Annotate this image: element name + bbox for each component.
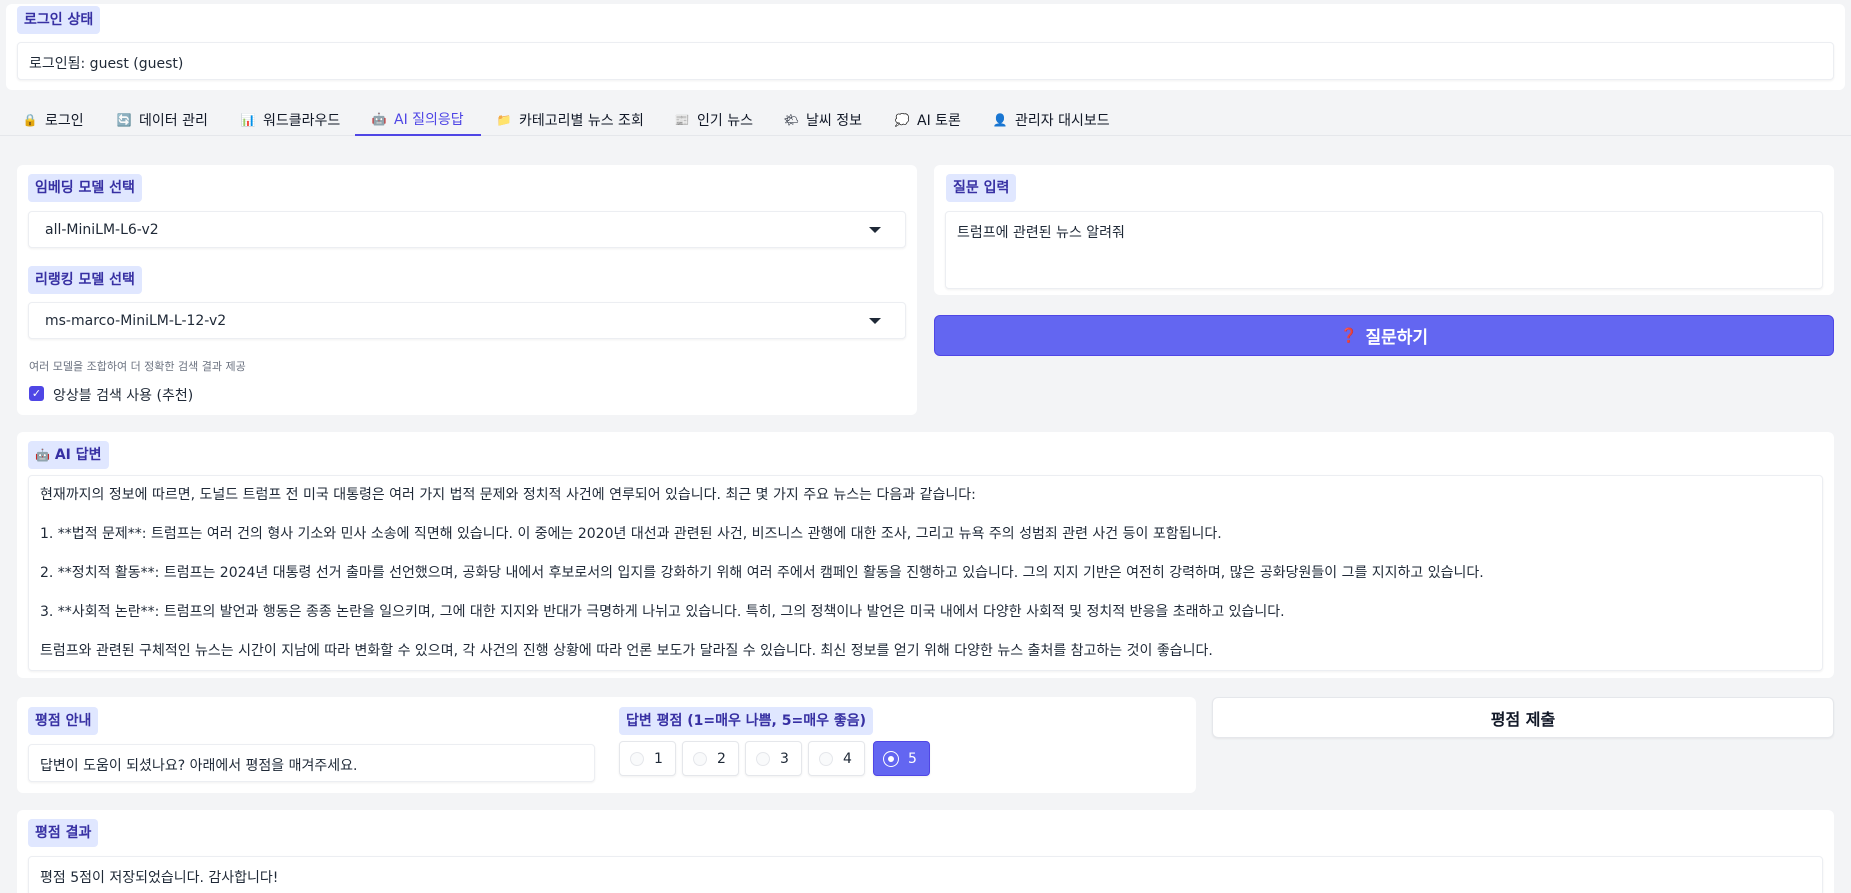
tab-weather[interactable]: 🌤 날씨 정보 xyxy=(783,104,862,136)
login-status-panel: 로그인 상태 로그인됨: guest (guest) xyxy=(6,4,1845,90)
answer-paragraph: 2. **정치적 활동**: 트럼프는 2024년 대통령 선거 출마를 선언했… xyxy=(40,565,1484,581)
weather-icon: 🌤 xyxy=(783,113,799,127)
embedding-model-value: all-MiniLM-L6-v2 xyxy=(45,221,159,238)
rating-option-label: 4 xyxy=(843,750,852,767)
rating-option-5[interactable]: 5 xyxy=(873,741,930,776)
robot-icon: 🤖 xyxy=(371,112,387,126)
tab-label: 인기 뉴스 xyxy=(697,113,753,129)
question-panel: 질문 입력 트럼프에 관련된 뉴스 알려줘 xyxy=(934,165,1834,295)
rating-result-label: 평점 결과 xyxy=(28,819,99,847)
tab-admin-dashboard[interactable]: 👤 관리자 대시보드 xyxy=(992,104,1110,136)
embedding-model-select[interactable]: all-MiniLM-L6-v2 xyxy=(28,211,906,248)
tab-wordcloud[interactable]: 📊 워드클라우드 xyxy=(240,104,341,136)
rating-guide-label: 평점 안내 xyxy=(28,707,99,735)
tab-label: AI 질의응답 xyxy=(394,112,464,128)
ask-button-label: 질문하기 xyxy=(1365,328,1428,348)
tab-bar: 🔒 로그인 🔄 데이터 관리 📊 워드클라우드 🤖 AI 질의응답 📁 카테고리… xyxy=(0,104,1851,136)
tab-label: 카테고리별 뉴스 조회 xyxy=(519,113,644,129)
reranking-model-select[interactable]: ms-marco-MiniLM-L-12-v2 xyxy=(28,302,906,339)
answer-output: 현재까지의 정보에 따르면, 도널드 트럼프 전 미국 대통령은 여러 가지 법… xyxy=(28,475,1823,671)
rating-option-3[interactable]: 3 xyxy=(745,741,802,776)
question-label: 질문 입력 xyxy=(946,174,1017,202)
rating-panel: 평점 안내 답변이 도움이 되셨나요? 아래에서 평점을 매겨주세요. 답변 평… xyxy=(17,697,1196,793)
rating-option-2[interactable]: 2 xyxy=(682,741,739,776)
tab-login[interactable]: 🔒 로그인 xyxy=(22,104,84,136)
ask-button[interactable]: ❓ 질문하기 xyxy=(934,315,1834,356)
tab-ai-qa[interactable]: 🤖 AI 질의응답 xyxy=(355,104,481,136)
question-input[interactable]: 트럼프에 관련된 뉴스 알려줘 xyxy=(945,211,1823,289)
tab-popular-news[interactable]: 📰 인기 뉴스 xyxy=(674,104,753,136)
tab-ai-debate[interactable]: 💭 AI 토론 xyxy=(894,104,961,136)
newspaper-icon: 📰 xyxy=(674,113,690,127)
rating-option-label: 3 xyxy=(780,750,789,767)
answer-paragraph: 1. **법적 문제**: 트럼프는 여러 건의 형사 기소와 민사 소송에 직… xyxy=(40,526,1222,542)
tab-label: 날씨 정보 xyxy=(806,113,862,129)
login-status-value: 로그인됨: guest (guest) xyxy=(17,42,1834,80)
answer-paragraph: 3. **사회적 논란**: 트럼프의 발언과 행동은 종종 논란을 일으키며,… xyxy=(40,604,1285,620)
model-settings-panel: 임베딩 모델 선택 all-MiniLM-L6-v2 리랭킹 모델 선택 ms-… xyxy=(17,165,917,415)
answer-paragraph: 현재까지의 정보에 따르면, 도널드 트럼프 전 미국 대통령은 여러 가지 법… xyxy=(40,487,976,503)
tab-data-management[interactable]: 🔄 데이터 관리 xyxy=(116,104,208,136)
rating-guide-text: 답변이 도움이 되셨나요? 아래에서 평점을 매겨주세요. xyxy=(28,744,595,782)
rating-result-text: 평점 5점이 저장되었습니다. 감사합니다! xyxy=(28,856,1823,893)
bar-chart-icon: 📊 xyxy=(240,113,256,127)
rating-score-label: 답변 평점 (1=매우 나쁨, 5=매우 좋음) xyxy=(619,707,873,735)
refresh-icon: 🔄 xyxy=(116,113,132,127)
radio-dot xyxy=(884,751,898,766)
radio-dot xyxy=(756,751,770,766)
ensemble-hint: 여러 모델을 조합하여 더 정확한 검색 결과 제공 xyxy=(29,360,246,373)
submit-rating-button[interactable]: 평점 제출 xyxy=(1212,697,1834,738)
embedding-model-label: 임베딩 모델 선택 xyxy=(28,174,142,202)
tab-label: AI 토론 xyxy=(917,113,961,129)
rating-option-label: 2 xyxy=(717,750,726,767)
speech-bubble-icon: 💭 xyxy=(894,113,910,127)
rating-option-4[interactable]: 4 xyxy=(808,741,865,776)
chevron-down-icon xyxy=(869,317,881,324)
rating-option-1[interactable]: 1 xyxy=(619,741,676,776)
admin-icon: 👤 xyxy=(992,113,1008,127)
tab-label: 관리자 대시보드 xyxy=(1015,113,1110,129)
robot-icon: 🤖 xyxy=(35,448,50,462)
login-status-label: 로그인 상태 xyxy=(17,6,101,34)
chevron-down-icon xyxy=(869,226,881,233)
tab-category-news[interactable]: 📁 카테고리별 뉴스 조회 xyxy=(496,104,644,136)
rating-result-panel: 평점 결과 평점 5점이 저장되었습니다. 감사합니다! xyxy=(17,810,1834,893)
rating-option-label: 1 xyxy=(654,750,663,767)
question-icon: ❓ xyxy=(1340,327,1358,344)
lock-icon: 🔒 xyxy=(22,113,38,127)
ensemble-checkbox[interactable]: ✓ xyxy=(29,386,44,401)
radio-dot xyxy=(693,751,707,766)
answer-paragraph: 트럼프와 관련된 구체적인 뉴스는 시간이 지남에 따라 변화할 수 있으며, … xyxy=(40,643,1213,659)
reranking-model-value: ms-marco-MiniLM-L-12-v2 xyxy=(45,312,227,329)
answer-label: 🤖 AI 답변 xyxy=(28,441,109,469)
radio-dot xyxy=(630,751,644,766)
folder-icon: 📁 xyxy=(496,113,512,127)
ensemble-checkbox-label[interactable]: 앙상블 검색 사용 (추천) xyxy=(53,385,193,405)
tab-label: 워드클라우드 xyxy=(263,113,341,129)
answer-label-text: AI 답변 xyxy=(54,447,102,463)
reranking-model-label: 리랭킹 모델 선택 xyxy=(28,266,142,294)
tab-label: 로그인 xyxy=(45,113,84,129)
rating-option-label: 5 xyxy=(908,750,917,767)
radio-dot xyxy=(819,751,833,766)
tab-label: 데이터 관리 xyxy=(139,113,208,129)
